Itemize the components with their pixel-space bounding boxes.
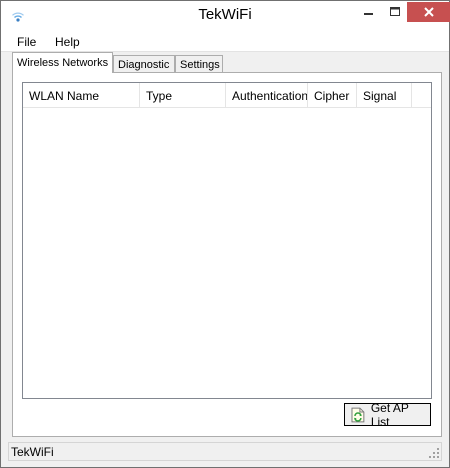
status-bar: TekWiFi — [8, 442, 442, 461]
column-header-authentication[interactable]: Authentication — [226, 83, 308, 107]
close-button[interactable] — [407, 2, 450, 22]
minimize-button[interactable] — [356, 2, 382, 22]
title-bar[interactable]: TekWiFi — [1, 1, 450, 32]
tab-diagnostic[interactable]: Diagnostic — [113, 55, 175, 73]
menu-help[interactable]: Help — [55, 35, 80, 49]
get-ap-list-label: Get AP List — [370, 400, 409, 429]
networks-list[interactable]: WLAN Name Type Authentication Cipher Sig… — [22, 82, 432, 399]
minimize-icon — [364, 13, 373, 15]
wireless-networks-panel: WLAN Name Type Authentication Cipher Sig… — [12, 72, 442, 437]
maximize-icon — [390, 7, 400, 16]
main-window: TekWiFi File Help Wireless Networks Diag… — [0, 0, 450, 468]
refresh-document-icon — [351, 407, 365, 422]
resize-grip-icon[interactable] — [429, 448, 439, 458]
maximize-button[interactable] — [382, 2, 408, 22]
close-icon — [424, 7, 434, 17]
column-header-signal[interactable]: Signal — [357, 83, 412, 107]
list-header: WLAN Name Type Authentication Cipher Sig… — [23, 83, 431, 108]
column-header-type[interactable]: Type — [140, 83, 226, 107]
column-header-cipher[interactable]: Cipher — [308, 83, 357, 107]
tab-wireless-networks[interactable]: Wireless Networks — [12, 52, 113, 73]
column-header-wlan-name[interactable]: WLAN Name — [23, 83, 140, 107]
menu-bar: File Help — [1, 32, 449, 52]
tab-settings[interactable]: Settings — [175, 55, 223, 73]
get-ap-list-button[interactable]: Get AP List — [344, 400, 431, 429]
status-text: TekWiFi — [11, 445, 54, 459]
menu-file[interactable]: File — [17, 35, 36, 49]
